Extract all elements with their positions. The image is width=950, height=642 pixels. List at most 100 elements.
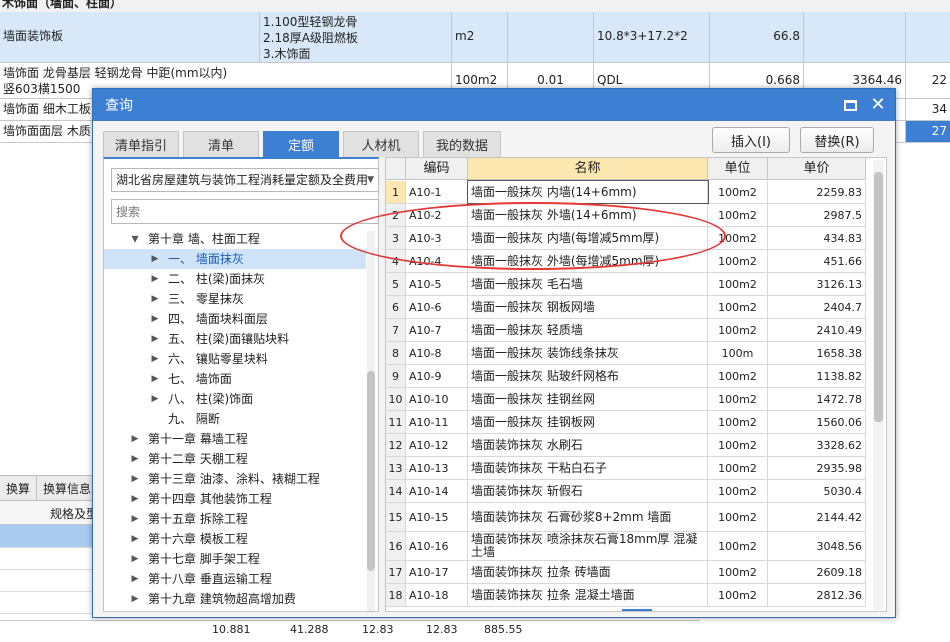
tab-labor-material-machine[interactable]: 人材机 <box>343 131 419 157</box>
expand-icon[interactable]: ▶ <box>128 469 142 489</box>
table-row[interactable]: 1 A10-1 墙面一般抹灰 内墙(14+6mm) 100m2 2259.83 <box>386 180 866 204</box>
cell-unit: 100m2 <box>708 296 768 318</box>
header-name[interactable]: 名称 <box>468 158 708 179</box>
tree-scroll-thumb[interactable] <box>367 371 375 571</box>
lower-tabbar: 换算 换算信息 <box>0 475 100 501</box>
cell-code: A10-10 <box>406 388 468 410</box>
tree-item-label: 四、 墙面块料面层 <box>168 312 268 326</box>
tree-item[interactable]: ▶ 第十三章 油漆、涂料、裱糊工程 <box>128 469 320 489</box>
expand-icon[interactable]: ▶ <box>128 509 142 529</box>
collapse-icon[interactable]: ▲ <box>128 229 142 249</box>
cell-code: A10-2 <box>406 204 468 226</box>
header-unit[interactable]: 单位 <box>708 158 768 179</box>
table-row[interactable]: 4 A10-4 墙面一般抹灰 外墙(每增减5mm厚) 100m2 451.66 <box>386 250 866 273</box>
cell-code: A10-12 <box>406 434 468 456</box>
row-index: 5 <box>386 273 406 295</box>
expand-icon[interactable]: ▶ <box>148 369 162 389</box>
header-code[interactable]: 编码 <box>406 158 468 179</box>
replace-button[interactable]: 替换(R) <box>800 127 874 153</box>
tree-item[interactable]: ▶ 第十六章 模板工程 <box>128 529 248 549</box>
maximize-button[interactable] <box>839 94 861 116</box>
tree-item[interactable]: ▶ 四、 墙面块料面层 <box>148 309 268 329</box>
expand-icon[interactable]: ▶ <box>148 349 162 369</box>
table-row[interactable]: 12 A10-12 墙面装饰抹灰 水刷石 100m2 3328.62 <box>386 434 866 457</box>
insert-button[interactable]: 插入(I) <box>712 127 790 153</box>
tree-item[interactable]: ▶ 七、 墙饰面 <box>148 369 232 389</box>
grid-hscroll-thumb[interactable] <box>622 609 652 611</box>
table-row[interactable]: 11 A10-11 墙面一般抹灰 挂钢板网 100m2 1560.06 <box>386 411 866 434</box>
tree-item[interactable]: ▶ 第十九章 建筑物超高增加费 <box>128 589 296 609</box>
search-input[interactable] <box>111 199 379 224</box>
table-row[interactable]: 3 A10-3 墙面一般抹灰 内墙(每增减5mm厚) 100m2 434.83 <box>386 227 866 250</box>
tree-item[interactable]: ▶ 第十四章 其他装饰工程 <box>128 489 272 509</box>
header-price[interactable]: 单价 <box>768 158 866 179</box>
table-row[interactable]: 14 A10-14 墙面装饰抹灰 斩假石 100m2 5030.4 <box>386 480 866 503</box>
expand-icon[interactable]: ▶ <box>128 569 142 589</box>
expand-icon[interactable]: ▶ <box>148 389 162 409</box>
tab-bill[interactable]: 清单 <box>183 131 259 157</box>
tab-conversion[interactable]: 换算 <box>0 476 38 500</box>
quota-library-select[interactable]: 湖北省房屋建筑与装饰工程消耗量定额及全费用 ▼ <box>111 168 379 192</box>
tree-item[interactable]: ▶ 五、 柱(梁)面镶贴块料 <box>148 329 290 349</box>
tree-item[interactable]: ▶ 第十五章 拆除工程 <box>128 509 248 529</box>
table-row[interactable]: 5 A10-5 墙面一般抹灰 毛石墙 100m2 3126.13 <box>386 273 866 296</box>
expand-icon[interactable]: ▶ <box>148 329 162 349</box>
table-row[interactable]: 墙面装饰板 1.100型轻钢龙骨 2.18厚A级阻燃板 3.木饰面 m2 10.… <box>0 12 950 63</box>
expand-icon[interactable]: ▶ <box>128 549 142 569</box>
dialog-titlebar[interactable]: 查询 ✕ <box>93 89 895 121</box>
cell-name: 墙面装饰抹灰 斩假石 <box>468 480 708 502</box>
close-button[interactable]: ✕ <box>867 94 889 116</box>
tree-item[interactable]: 九、 隔断 <box>148 409 220 429</box>
row-index: 11 <box>386 411 406 433</box>
expand-icon[interactable]: ▶ <box>148 269 162 289</box>
chapter-tree: ▲ 第十章 墙、柱面工程 ▶ 一、 墙面抹灰 ▶ 二、 柱(梁)面抹灰 ▶ 三、 零星抹灰 ▶ 四… <box>104 229 366 612</box>
table-row[interactable]: 13 A10-13 墙面装饰抹灰 干粘白石子 100m2 2935.98 <box>386 457 866 480</box>
expand-icon[interactable]: ▶ <box>128 489 142 509</box>
lower-selected-row[interactable] <box>0 525 100 547</box>
tab-my-data[interactable]: 我的数据 <box>423 131 501 157</box>
tree-scrollbar[interactable] <box>367 231 375 611</box>
tree-item[interactable]: ▶ 一、 墙面抹灰 <box>104 249 366 269</box>
grid-scrollbar[interactable] <box>873 160 884 610</box>
cell-code: A10-16 <box>406 532 468 560</box>
tree-item[interactable]: ▶ 第十七章 脚手架工程 <box>128 549 260 569</box>
expand-icon[interactable]: ▶ <box>128 429 142 449</box>
table-row[interactable]: 15 A10-15 墙面装饰抹灰 石膏砂浆8+2mm 墙面 100m2 2144.42 <box>386 503 866 532</box>
expand-icon[interactable]: ▶ <box>148 309 162 329</box>
cell-name: 墙面装饰抹灰 拉条 砖墙面 <box>468 561 708 583</box>
tree-item[interactable]: ▶ 二、 柱(梁)面抹灰 <box>148 269 266 289</box>
cell-code: A10-7 <box>406 319 468 341</box>
cell-unit: 100m2 <box>708 434 768 456</box>
table-row[interactable]: 7 A10-7 墙面一般抹灰 轻质墙 100m2 2410.49 <box>386 319 866 342</box>
table-row[interactable]: 6 A10-6 墙面一般抹灰 钢板网墙 100m2 2404.7 <box>386 296 866 319</box>
expand-icon[interactable]: ▶ <box>128 589 142 609</box>
table-row[interactable]: 2 A10-2 墙面一般抹灰 外墙(14+6mm) 100m2 2987.5 <box>386 204 866 227</box>
expand-icon[interactable]: ▶ <box>148 249 162 269</box>
tree-item[interactable]: ▲ 第十章 墙、柱面工程 <box>128 229 260 249</box>
cell-name: 墙面一般抹灰 外墙(每增减5mm厚) <box>468 250 708 272</box>
tab-conversion-info[interactable]: 换算信息 <box>37 476 99 500</box>
expand-icon[interactable]: ▶ <box>148 289 162 309</box>
expand-icon[interactable]: ▶ <box>128 449 142 469</box>
cell-amount: 66.8 <box>710 12 804 62</box>
tree-item[interactable]: ▶ 八、 柱(梁)饰面 <box>148 389 254 409</box>
expand-icon[interactable]: ▶ <box>128 529 142 549</box>
tab-quota[interactable]: 定额 <box>263 131 339 157</box>
table-row[interactable]: 18 A10-18 墙面装饰抹灰 拉条 混凝土墙面 100m2 2812.36 <box>386 584 866 607</box>
table-row[interactable]: 17 A10-17 墙面装饰抹灰 拉条 砖墙面 100m2 2609.18 <box>386 561 866 584</box>
tree-item[interactable]: ▶ 第十一章 幕墙工程 <box>128 429 248 449</box>
table-row[interactable]: 10 A10-10 墙面一般抹灰 挂钢丝网 100m2 1472.78 <box>386 388 866 411</box>
cell-price: 1138.82 <box>768 365 866 387</box>
table-row[interactable]: 16 A10-16 墙面装饰抹灰 喷涂抹灰石膏18mm厚 混凝土墙 100m2 3048… <box>386 532 866 561</box>
tree-item[interactable]: ▶ 第十二章 天棚工程 <box>128 449 248 469</box>
table-row[interactable]: 9 A10-9 墙面一般抹灰 贴玻纤网格布 100m2 1138.82 <box>386 365 866 388</box>
tree-item[interactable]: ▶ 第十八章 垂直运输工程 <box>128 569 272 589</box>
tree-item[interactable]: ▶ 三、 零星抹灰 <box>148 289 244 309</box>
cell-price: 2144.42 <box>768 503 866 531</box>
cell-price: 2410.49 <box>768 319 866 341</box>
tab-bill-guide[interactable]: 清单指引 <box>103 131 179 157</box>
tree-item[interactable]: ▶ 六、 镶贴零星块料 <box>148 349 268 369</box>
cell-price: 451.66 <box>768 250 866 272</box>
table-row[interactable]: 8 A10-8 墙面一般抹灰 装饰线条抹灰 100m 1658.38 <box>386 342 866 365</box>
grid-scroll-thumb[interactable] <box>874 172 883 422</box>
